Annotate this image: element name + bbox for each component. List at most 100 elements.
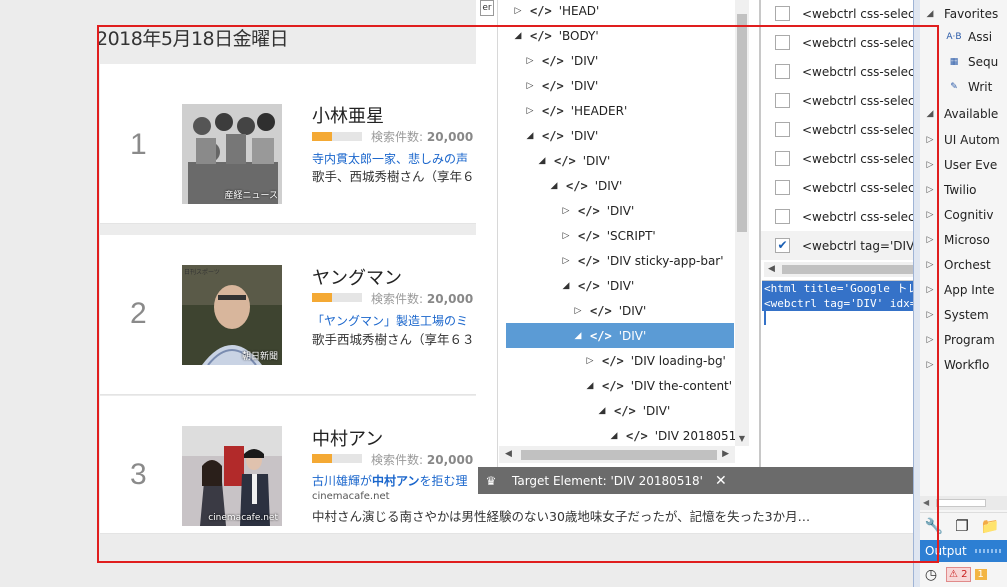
warning-count-badge[interactable]: ⚠ 2 xyxy=(946,567,971,582)
activity-item[interactable]: ▷ User Eve xyxy=(924,152,998,177)
copy-icon[interactable]: ❐ xyxy=(948,517,976,535)
attribute-checkbox[interactable] xyxy=(775,35,790,50)
tree-node[interactable]: ▷ </> 'DIV' xyxy=(572,298,647,323)
selector-line[interactable]: <webctrl tag='DIV' idx='241' xyxy=(762,296,913,311)
tree-node[interactable]: ◢ </> 'DIV the-content' xyxy=(584,373,733,398)
expand-icon[interactable]: ▷ xyxy=(924,360,936,370)
attribute-row[interactable]: <webctrl css-selector xyxy=(761,57,913,86)
wrench-icon[interactable]: 🔧 xyxy=(920,517,948,535)
tree-horizontal-scrollbar[interactable]: ◀ ▶ xyxy=(499,446,735,463)
activity-item[interactable]: ▷ System xyxy=(924,302,989,327)
tree-node[interactable]: ▷ </> 'DIV' xyxy=(524,48,599,73)
expand-icon[interactable]: ▷ xyxy=(924,260,936,270)
expand-icon[interactable]: ▷ xyxy=(924,160,936,170)
tree-node[interactable]: ◢ </> 'DIV' xyxy=(536,148,611,173)
collapse-icon[interactable]: ◢ xyxy=(548,181,560,191)
expand-icon[interactable]: ▷ xyxy=(924,310,936,320)
tree-node[interactable]: ▷ </> 'SCRIPT' xyxy=(560,223,656,248)
trend-title[interactable]: 小林亜星 xyxy=(312,102,384,128)
collapse-icon[interactable]: ◢ xyxy=(924,109,936,119)
attribute-checkbox[interactable] xyxy=(775,151,790,166)
tree-node[interactable]: ◢ </> 'DIV' xyxy=(548,173,623,198)
collapse-icon[interactable]: ◢ xyxy=(512,31,524,41)
activity-item[interactable]: ▷ Workflo xyxy=(924,352,990,377)
activity-item[interactable]: ▷ App Inte xyxy=(924,277,995,302)
expand-icon[interactable]: ▷ xyxy=(560,256,572,266)
selector-editor[interactable]: <html title='Google トレンド' <webctrl tag='… xyxy=(762,280,913,467)
expand-icon[interactable]: ▷ xyxy=(924,185,936,195)
tree-node[interactable]: ◢ </> 'DIV' xyxy=(596,398,671,423)
expand-icon[interactable]: ▷ xyxy=(924,235,936,245)
attribute-checkbox[interactable] xyxy=(775,209,790,224)
tree-node[interactable]: ◢ </> 'BODY' xyxy=(512,23,599,48)
tree-vertical-scrollbar[interactable]: ▼ xyxy=(735,0,749,446)
activity-item[interactable]: ▷ Program xyxy=(924,327,995,352)
attribute-row[interactable]: <webctrl css-selector xyxy=(761,144,913,173)
close-icon[interactable]: ✕ xyxy=(715,473,727,489)
scroll-thumb[interactable] xyxy=(737,14,747,232)
collapse-icon[interactable]: ◢ xyxy=(596,406,608,416)
attribute-row[interactable]: <webctrl css-selector xyxy=(761,202,913,231)
activity-item[interactable]: A·B Assi xyxy=(946,24,992,49)
expand-icon[interactable]: ▷ xyxy=(924,335,936,345)
scroll-left-icon[interactable]: ◀ xyxy=(505,446,512,463)
activity-item[interactable]: ▷ Microso xyxy=(924,227,990,252)
article-link[interactable]: 「ヤングマン」製造工場のミ xyxy=(312,312,468,329)
collapse-icon[interactable]: ◢ xyxy=(584,381,596,391)
tree-node[interactable]: ◢ </> 'DIV' xyxy=(506,323,734,348)
tree-node[interactable]: ◢ </> 'DIV 20180518' xyxy=(608,423,748,448)
collapse-icon[interactable]: ◢ xyxy=(536,156,548,166)
scroll-thumb[interactable] xyxy=(782,265,913,274)
tree-node[interactable]: ◢ </> 'DIV' xyxy=(560,273,635,298)
activity-item[interactable]: ▷ Orchest xyxy=(924,252,991,277)
attribute-row[interactable]: <webctrl css-selector xyxy=(761,115,913,144)
expand-icon[interactable]: ▷ xyxy=(560,206,572,216)
attribute-row[interactable]: <webctrl css-selector xyxy=(761,28,913,57)
tree-node[interactable]: ◢ </> 'DIV' xyxy=(524,123,599,148)
collapse-icon[interactable]: ◢ xyxy=(572,331,584,341)
scroll-down-icon[interactable]: ▼ xyxy=(735,432,749,446)
expand-icon[interactable]: ▷ xyxy=(924,285,936,295)
scroll-thumb[interactable] xyxy=(521,450,717,460)
tree-node[interactable]: ▷ </> 'DIV' xyxy=(524,73,599,98)
scroll-left-icon[interactable]: ◀ xyxy=(768,262,775,277)
attribute-row[interactable]: ✔ <webctrl tag='DIV' idx xyxy=(761,231,913,260)
activity-item[interactable]: ▦ Sequ xyxy=(946,49,999,74)
collapse-icon[interactable]: ◢ xyxy=(524,131,536,141)
tree-node[interactable]: ▷ </> 'DIV' xyxy=(560,198,635,223)
expand-icon[interactable]: ▷ xyxy=(584,356,596,366)
trend-thumbnail[interactable]: cinemacafe.net xyxy=(182,426,282,526)
scroll-right-icon[interactable]: ▶ xyxy=(722,446,729,463)
expand-icon[interactable]: ▷ xyxy=(924,135,936,145)
strip-tag[interactable]: er xyxy=(480,0,494,16)
tree-node[interactable]: ▷ </> 'HEAD' xyxy=(512,0,600,23)
trend-title[interactable]: ヤングマン xyxy=(312,264,402,290)
attribute-row[interactable]: <webctrl css-selector xyxy=(761,86,913,115)
trend-title[interactable]: 中村アン xyxy=(312,425,383,451)
info-count-badge[interactable]: 1 xyxy=(974,569,987,580)
expand-icon[interactable]: ▷ xyxy=(924,210,936,220)
output-tab[interactable]: Output xyxy=(920,540,1007,562)
collapse-icon[interactable]: ◢ xyxy=(560,281,572,291)
panel-splitter[interactable] xyxy=(913,0,920,587)
expand-icon[interactable]: ▷ xyxy=(524,56,536,66)
expand-icon[interactable]: ▷ xyxy=(524,106,536,116)
folder-icon[interactable]: 📁 xyxy=(976,517,1004,535)
selector-line[interactable]: <html title='Google トレンド' xyxy=(762,281,913,296)
tree-node[interactable]: ▷ </> 'DIV loading-bg' xyxy=(584,348,726,373)
attribute-row[interactable]: <webctrl css-selector xyxy=(761,173,913,202)
activity-item[interactable]: ▷ Cognitiv xyxy=(924,202,994,227)
trend-thumbnail[interactable]: 産経ニュース xyxy=(182,104,282,204)
clock-icon[interactable]: ◷ xyxy=(920,567,942,583)
expand-icon[interactable]: ▷ xyxy=(512,6,524,16)
tree-node[interactable]: ▷ </> 'DIV sticky-app-bar' xyxy=(560,248,724,273)
attribute-checkbox[interactable] xyxy=(775,180,790,195)
attributes-horizontal-scrollbar[interactable]: ◀ xyxy=(764,262,913,277)
attribute-checkbox[interactable]: ✔ xyxy=(775,238,790,253)
collapse-icon[interactable]: ◢ xyxy=(924,9,936,19)
trend-thumbnail[interactable]: 日刊スポーツ 朝日新聞 xyxy=(182,265,282,365)
attribute-checkbox[interactable] xyxy=(775,122,790,137)
collapse-icon[interactable]: ◢ xyxy=(608,431,620,441)
activity-item[interactable]: ▷ UI Autom xyxy=(924,127,1000,152)
activity-item[interactable]: ▷ Twilio xyxy=(924,177,977,202)
